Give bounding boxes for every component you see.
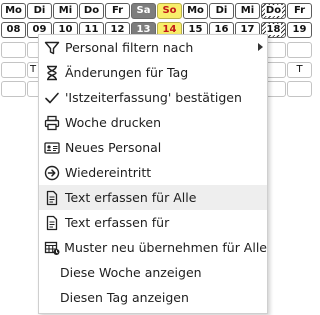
menu-item-new-personnel[interactable]: Neues Personal	[39, 135, 267, 160]
menu-item-text-for[interactable]: Text erfassen für	[39, 210, 267, 235]
schedule-cell[interactable]	[1, 81, 26, 97]
menu-item-filter-personnel[interactable]: Personal filtern nach	[39, 35, 267, 60]
document-icon	[43, 214, 61, 232]
schedule-cell[interactable]	[287, 42, 312, 58]
weekday-cell-hatched[interactable]: Do	[261, 3, 286, 19]
weekday-cell[interactable]: Do	[79, 3, 104, 19]
menu-item-label: Personal filtern nach	[65, 40, 194, 55]
checkmark-icon	[43, 89, 61, 107]
weekday-cell[interactable]: Mo	[1, 3, 26, 19]
weekday-header-row: Mo Di Mi Do Fr Sa So Mo Di Mi Do Fr	[1, 3, 313, 19]
filter-icon	[43, 39, 61, 57]
context-menu: Personal filtern nach Änderungen für Tag…	[38, 34, 268, 314]
hourglass-icon	[43, 64, 61, 82]
menu-item-label: Text erfassen für Alle	[65, 190, 197, 205]
menu-item-label: Woche drucken	[65, 115, 162, 130]
weekday-cell[interactable]: Mi	[53, 3, 78, 19]
weekday-cell-sunday[interactable]: So	[157, 3, 182, 19]
menu-item-reentry[interactable]: Wiedereintritt	[39, 160, 267, 185]
schedule-cell[interactable]	[1, 62, 26, 78]
menu-item-show-this-week[interactable]: Diese Woche anzeigen	[39, 260, 267, 285]
menu-item-show-this-day[interactable]: Diesen Tag anzeigen	[39, 285, 267, 310]
menu-item-label: Wiedereintritt	[65, 165, 152, 180]
menu-item-label: Änderungen für Tag	[65, 65, 189, 80]
weekday-label: Do	[264, 5, 283, 16]
menu-item-label: Diesen Tag anzeigen	[60, 290, 189, 305]
menu-item-confirm-time-tracking[interactable]: 'Istzeiterfassung' bestätigen	[39, 85, 267, 110]
weekday-cell[interactable]: Mi	[235, 3, 260, 19]
menu-item-changes-for-day[interactable]: Änderungen für Tag	[39, 60, 267, 85]
schedule-cell[interactable]	[287, 81, 312, 97]
printer-icon	[43, 114, 61, 132]
weekday-cell[interactable]: Di	[209, 3, 234, 19]
calendar-grid-icon	[43, 239, 60, 257]
arrow-circle-icon	[43, 164, 61, 182]
date-cell[interactable]: 19	[287, 22, 312, 38]
schedule-cell-text[interactable]: T	[287, 62, 312, 78]
date-cell[interactable]: 08	[1, 22, 26, 38]
menu-item-apply-pattern-all[interactable]: Muster neu übernehmen für Alle	[39, 235, 267, 260]
schedule-cell[interactable]	[1, 42, 26, 58]
menu-item-label: Diese Woche anzeigen	[60, 265, 202, 280]
menu-item-text-for-all[interactable]: Text erfassen für Alle	[39, 185, 267, 210]
weekday-cell[interactable]: Di	[27, 3, 52, 19]
id-card-icon	[43, 139, 61, 157]
weekday-cell[interactable]: Mo	[183, 3, 208, 19]
weekday-cell-saturday[interactable]: Sa	[131, 3, 156, 19]
menu-item-label: 'Istzeiterfassung' bestätigen	[65, 90, 242, 105]
menu-item-label: Muster neu übernehmen für Alle	[64, 240, 267, 255]
submenu-arrow-icon	[258, 43, 263, 51]
menu-item-label: Neues Personal	[65, 140, 162, 155]
document-icon	[43, 189, 61, 207]
weekday-cell[interactable]: Fr	[105, 3, 130, 19]
menu-item-label: Text erfassen für	[65, 215, 170, 230]
weekday-cell[interactable]: Fr	[287, 3, 312, 19]
menu-item-print-week[interactable]: Woche drucken	[39, 110, 267, 135]
